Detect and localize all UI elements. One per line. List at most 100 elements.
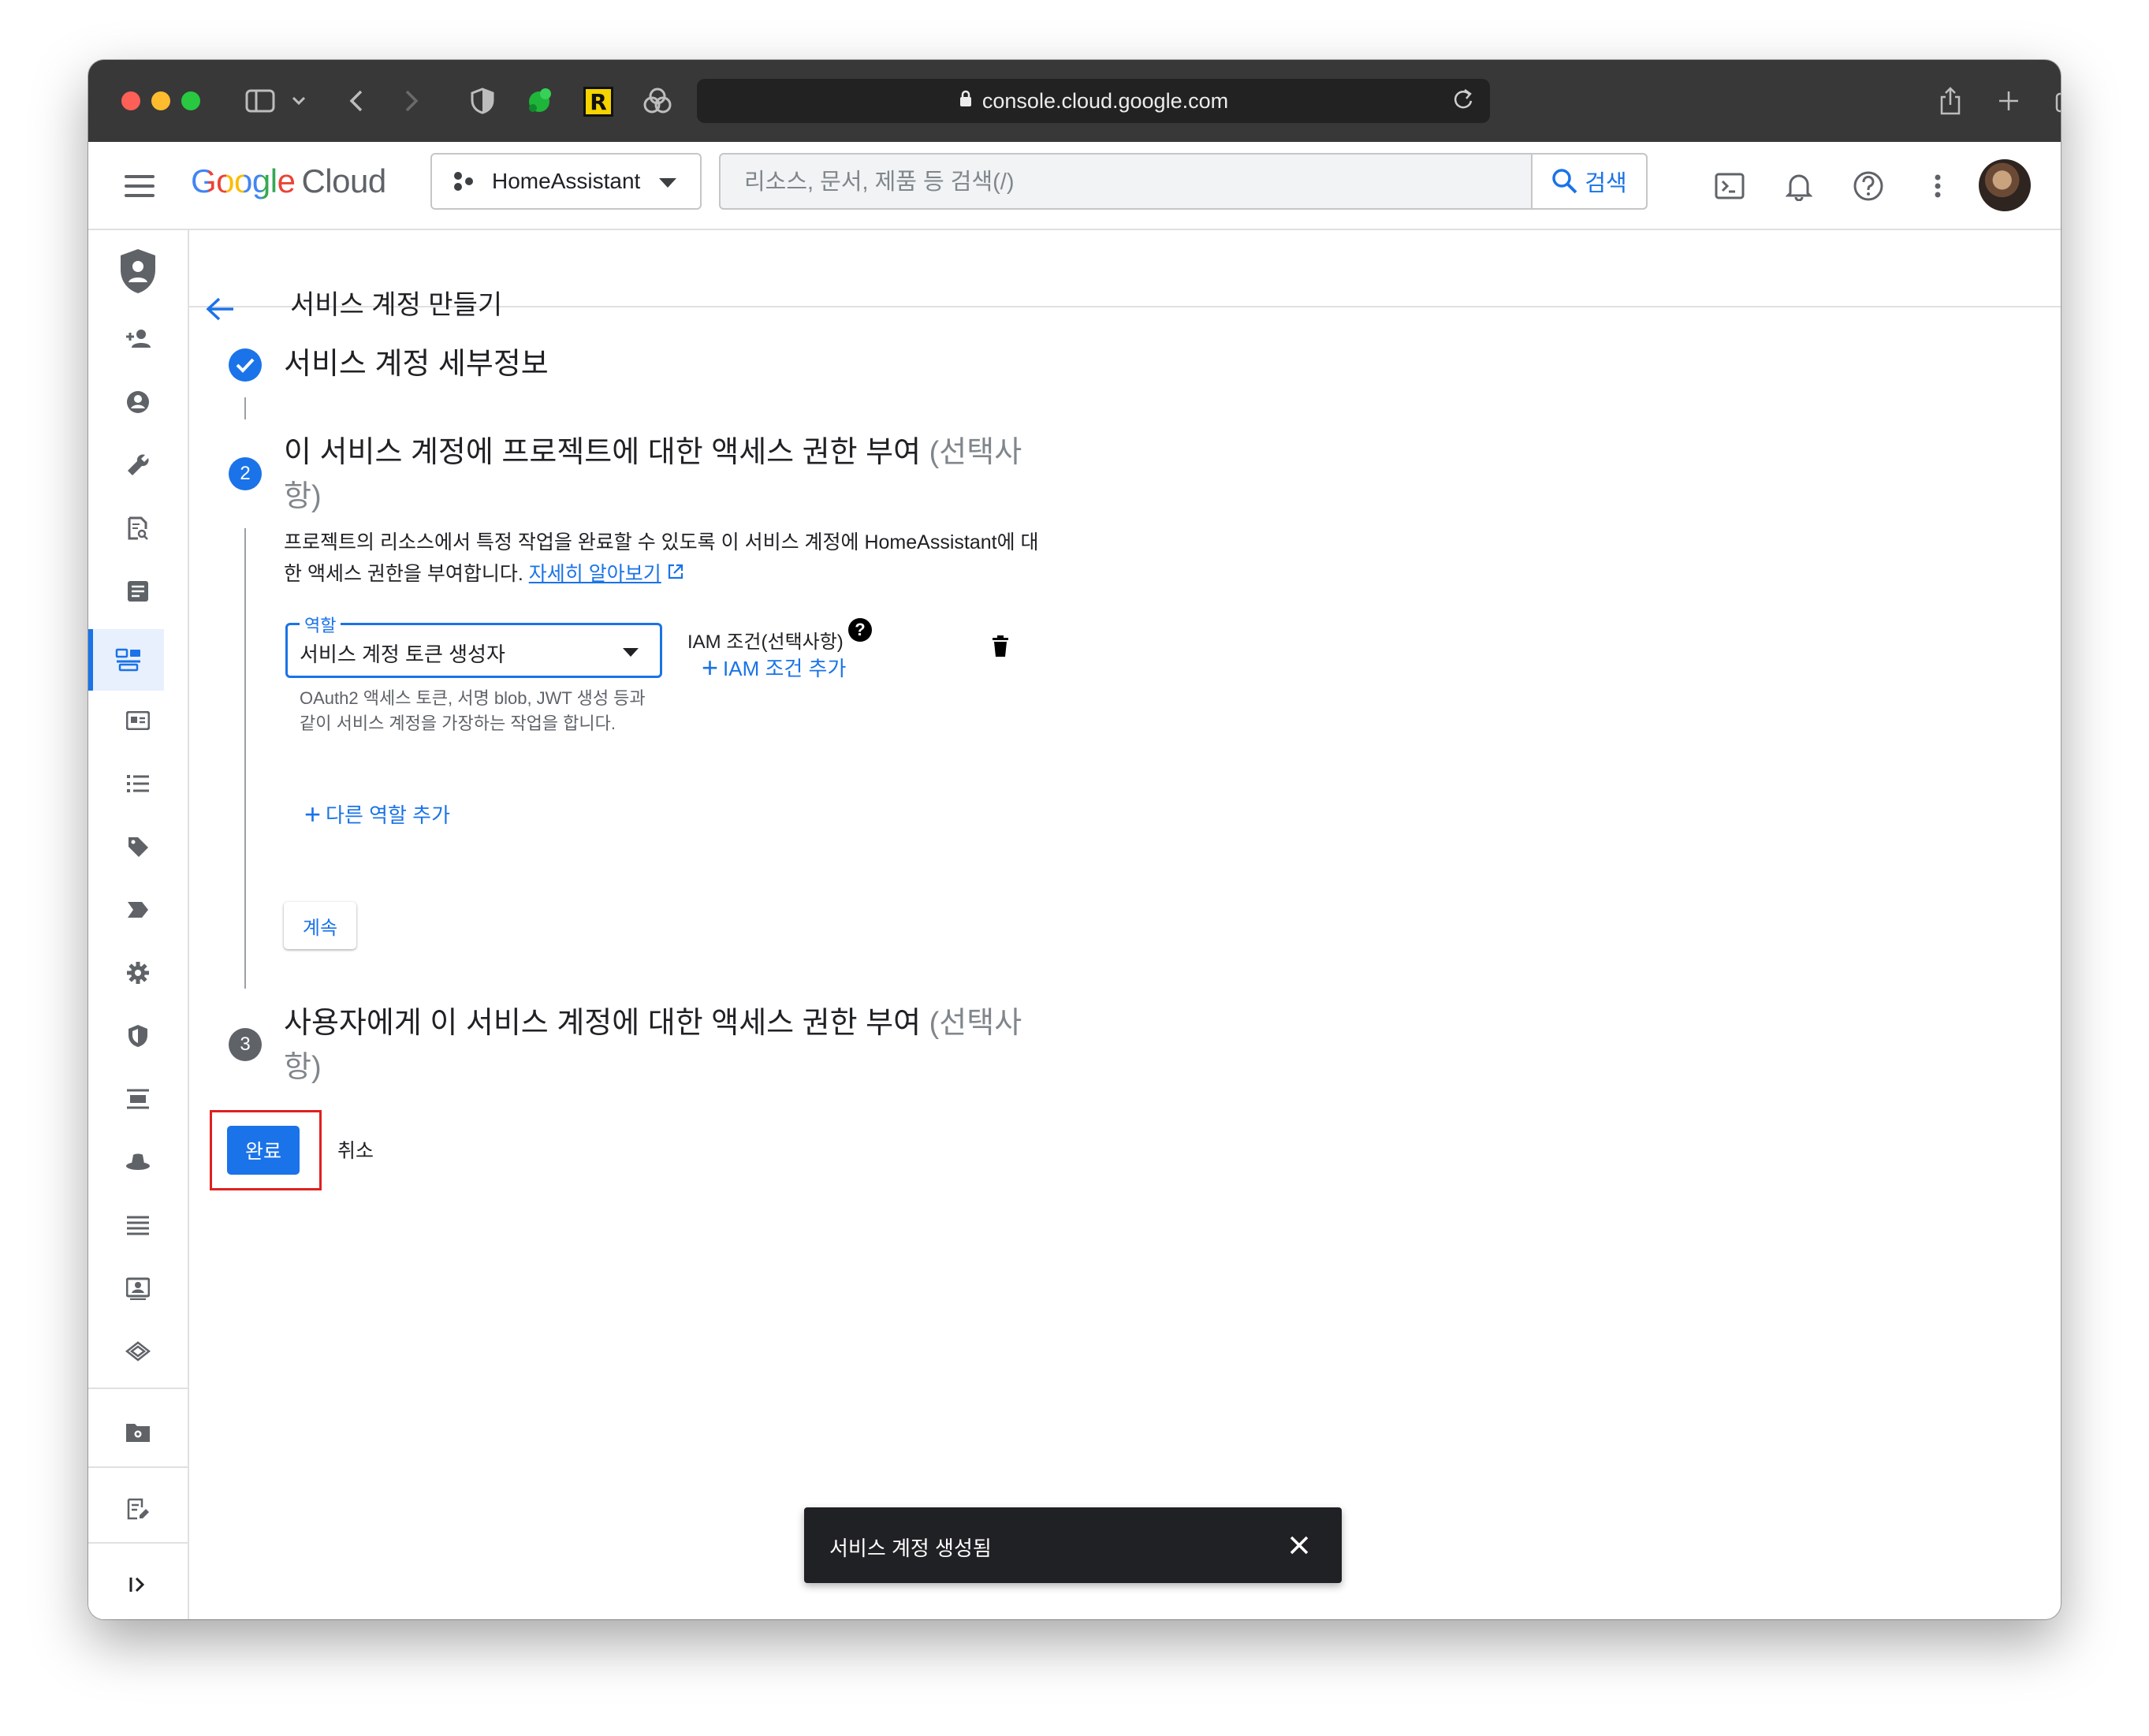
page-title: 서비스 계정 만들기 xyxy=(290,290,503,320)
privacy-shield-icon[interactable] xyxy=(465,80,500,121)
open-external-icon xyxy=(667,563,684,585)
close-icon[interactable] xyxy=(1285,1531,1313,1559)
sidebar-item-workforce-identity[interactable] xyxy=(88,758,188,809)
sidebar-item-settings[interactable] xyxy=(88,948,188,998)
step2-number-badge: 2 xyxy=(229,457,262,490)
contact-card-icon xyxy=(126,1277,150,1300)
minimize-window-button[interactable] xyxy=(151,91,170,110)
sidebar-item-service-accounts[interactable] xyxy=(88,629,164,691)
chevron-down-icon[interactable] xyxy=(287,80,311,121)
document-search-icon xyxy=(128,516,148,540)
step-connector xyxy=(244,528,246,989)
wrench-icon xyxy=(128,454,149,475)
project-name: HomeAssistant xyxy=(492,169,641,193)
help-circle-icon[interactable] xyxy=(1848,166,1889,207)
cloud-shell-icon[interactable] xyxy=(1709,166,1750,207)
google-cloud-logo[interactable]: Google Cloud xyxy=(191,162,386,200)
back-arrow-icon[interactable] xyxy=(205,296,235,326)
notes-icon xyxy=(127,1498,149,1520)
sidebar-item-groups[interactable] xyxy=(88,1326,188,1377)
list-icon xyxy=(127,775,149,792)
search-button-label: 검색 xyxy=(1585,171,1627,196)
sidebar-item-labels[interactable] xyxy=(88,821,188,872)
sidebar-item-identity-aware-proxy[interactable] xyxy=(88,1074,188,1124)
sidebar-item-release-notes[interactable] xyxy=(88,1484,188,1534)
sidebar-expand-button[interactable] xyxy=(88,1559,188,1610)
folder-settings-icon xyxy=(126,1424,150,1442)
sidebar-item-org-policies[interactable] xyxy=(88,566,188,617)
more-vert-icon[interactable] xyxy=(1917,166,1958,207)
sidebar-item-iam[interactable] xyxy=(88,314,188,364)
sidebar-item-policy-analyzer[interactable] xyxy=(88,503,188,553)
badge-card-icon xyxy=(126,711,150,730)
address-bar[interactable]: console.cloud.google.com xyxy=(697,79,1490,123)
sidebar-toggle-icon[interactable] xyxy=(243,80,277,121)
add-iam-condition-button[interactable]: + IAM 조건 추가 xyxy=(702,653,846,682)
avatar[interactable] xyxy=(1979,159,2031,211)
sidebar-item-identity[interactable] xyxy=(88,377,188,427)
step-complete-check-icon xyxy=(229,348,262,382)
sidebar-item-manage-resources[interactable] xyxy=(88,1406,188,1457)
project-selector[interactable]: HomeAssistant xyxy=(430,153,702,210)
evernote-extension-icon[interactable] xyxy=(523,80,558,121)
zoom-window-button[interactable] xyxy=(181,91,200,110)
label-tag-icon xyxy=(128,837,148,857)
tab-overview-icon[interactable] xyxy=(2051,80,2061,121)
logo-cloud-text: Cloud xyxy=(301,162,386,199)
url-text: console.cloud.google.com xyxy=(981,88,1229,113)
tab-group-extension-icon[interactable] xyxy=(640,80,675,121)
sidebar-item-roles[interactable] xyxy=(88,1137,188,1187)
expand-sidebar-icon xyxy=(129,1577,145,1593)
lock-icon xyxy=(959,90,973,112)
learn-more-link[interactable]: 자세히 알아보기 xyxy=(529,563,661,585)
service-account-icon xyxy=(115,648,140,672)
sidebar-item-troubleshooter[interactable] xyxy=(88,440,188,490)
step2-description: 프로젝트의 리소스에서 특정 작업을 완료할 수 있도록 이 서비스 계정에 H… xyxy=(284,531,1039,585)
sidebar-item-privacy-security[interactable] xyxy=(88,1011,188,1061)
done-button[interactable]: 완료 xyxy=(227,1126,300,1175)
layers-diamond-icon xyxy=(125,1341,151,1362)
step3-number-badge: 3 xyxy=(229,1028,262,1061)
iam-sidebar xyxy=(88,230,189,1619)
search-icon xyxy=(1552,169,1577,194)
snackbar-toast: 서비스 계정 생성됨 xyxy=(804,1507,1342,1583)
menu-icon[interactable] xyxy=(125,175,155,197)
account-circle-icon xyxy=(127,391,149,413)
toast-message: 서비스 계정 생성됨 xyxy=(829,1537,992,1560)
role-help-text: OAuth2 액세스 토큰, 서명 blob, JWT 생성 등과 같이 서비스… xyxy=(300,688,646,733)
sidebar-item-workload-identity[interactable] xyxy=(88,695,188,746)
add-another-role-button[interactable]: + 다른 역할 추가 xyxy=(304,799,450,829)
continue-button[interactable]: 계속 xyxy=(284,902,356,949)
sidebar-item-tags[interactable] xyxy=(88,885,188,935)
browser-window: R console.cloud.google.com GoogleCloud xyxy=(88,60,2061,1619)
shield-icon xyxy=(128,1025,147,1047)
readwise-extension-icon[interactable]: R xyxy=(583,87,613,117)
delete-role-icon[interactable] xyxy=(992,635,1009,661)
sidebar-item-audit-logs[interactable] xyxy=(88,1200,188,1250)
project-icon xyxy=(454,170,476,192)
notifications-icon[interactable] xyxy=(1778,166,1819,207)
chevron-tag-icon xyxy=(128,902,148,918)
forward-nav-icon[interactable] xyxy=(396,80,427,121)
back-nav-icon[interactable] xyxy=(341,80,372,121)
share-icon[interactable] xyxy=(1933,80,1968,121)
step3-title[interactable]: 사용자에게 이 서비스 계정에 대한 액세스 권한 부여 (선택사 항) xyxy=(284,1001,1041,1090)
close-window-button[interactable] xyxy=(121,91,140,110)
search-button[interactable]: 검색 xyxy=(1531,155,1646,208)
step2-title: 이 서비스 계정에 프로젝트에 대한 액세스 권한 부여 (선택사 항) xyxy=(284,436,1022,513)
plus-icon: + xyxy=(702,650,719,684)
article-icon xyxy=(128,581,148,602)
console-header: GoogleCloud HomeAssistant 검색 xyxy=(88,142,2061,230)
role-field-label: 역할 xyxy=(300,612,341,637)
person-add-icon xyxy=(126,330,151,348)
logo-google-text: Google xyxy=(191,162,296,199)
new-tab-icon[interactable] xyxy=(1991,80,2026,121)
dropdown-caret-icon xyxy=(623,648,639,657)
search-input[interactable] xyxy=(744,162,1501,202)
browser-toolbar: R console.cloud.google.com xyxy=(88,60,2061,142)
help-icon[interactable]: ? xyxy=(848,618,872,642)
reload-icon[interactable] xyxy=(1452,87,1474,117)
cancel-button[interactable]: 취소 xyxy=(337,1135,374,1164)
step1-title[interactable]: 서비스 계정 세부정보 xyxy=(284,342,1041,386)
sidebar-item-essential-contacts[interactable] xyxy=(88,1263,188,1313)
